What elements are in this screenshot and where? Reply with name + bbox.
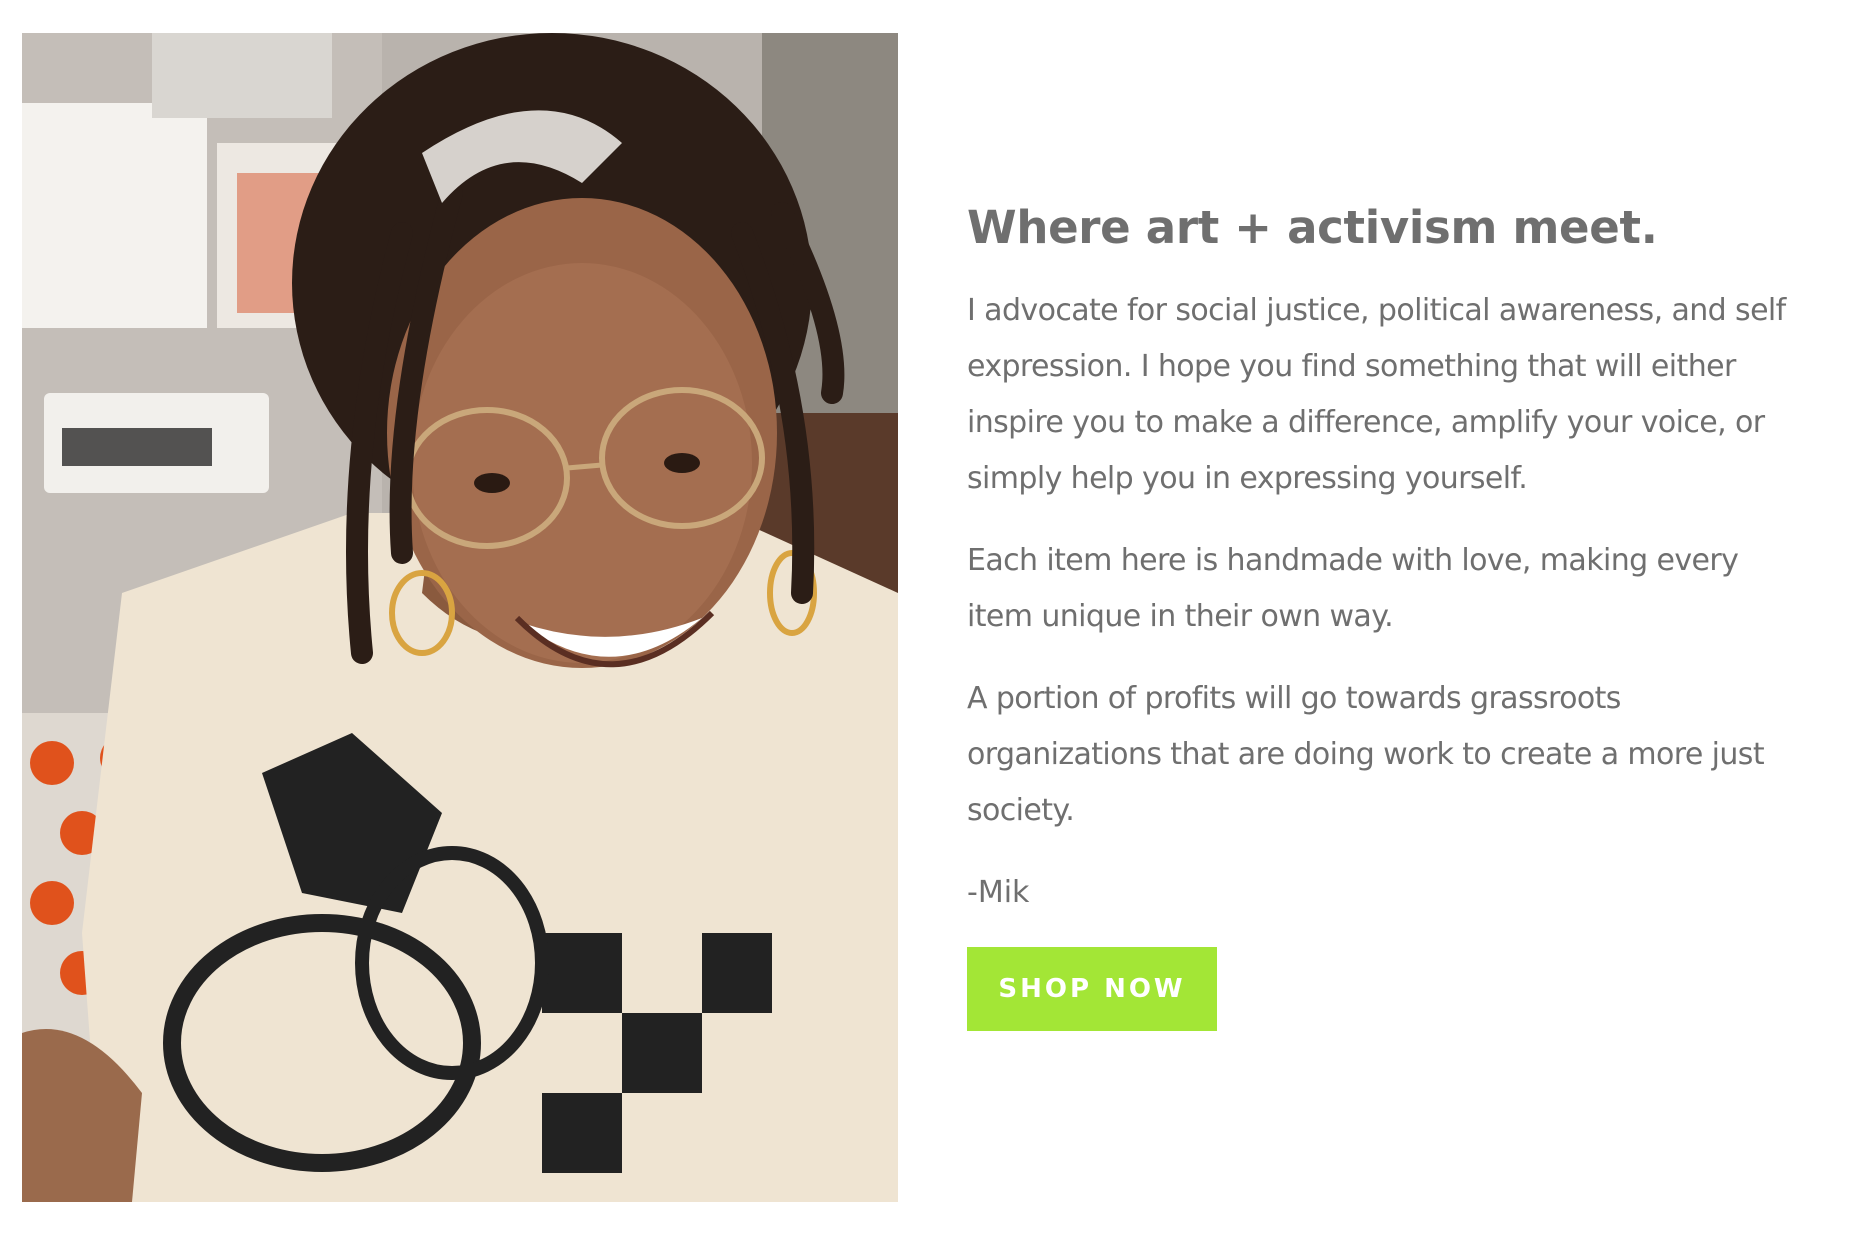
about-photo — [22, 33, 898, 1202]
about-signature: -Mik — [967, 875, 1030, 910]
about-heading: Where art + activism meet. — [967, 201, 1658, 254]
shop-now-button[interactable]: SHOP NOW — [967, 947, 1217, 1031]
about-paragraph-handmade: Each item here is handmade with love, ma… — [967, 543, 1739, 634]
about-paragraph-advocacy: I advocate for social justice, political… — [967, 293, 1786, 496]
about-content: Where art + activism meet. I advocate fo… — [967, 195, 1807, 1031]
about-paragraph-profits: A portion of profits will go towards gra… — [967, 681, 1765, 828]
